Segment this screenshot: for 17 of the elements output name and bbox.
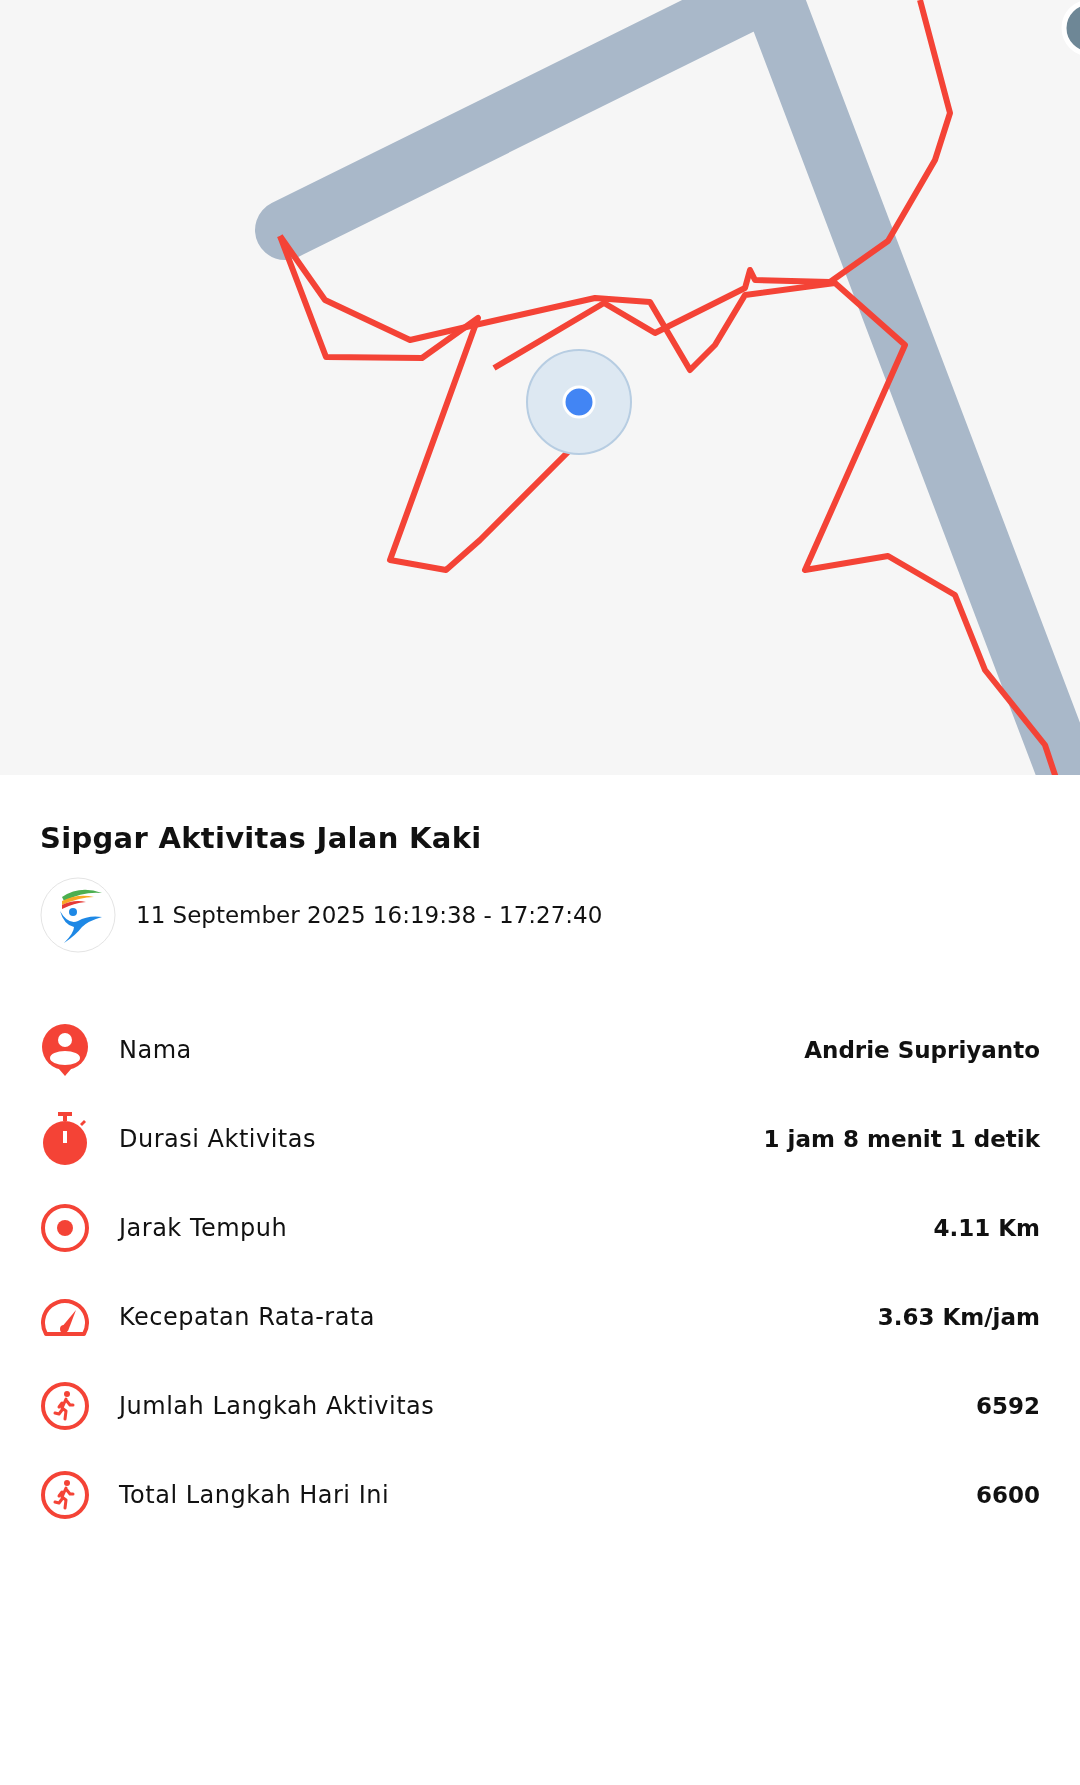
stat-value: Andrie Supriyanto — [804, 1036, 1040, 1063]
stopwatch-icon — [40, 1111, 90, 1166]
stat-label: Nama — [119, 1035, 193, 1064]
stat-label: Jumlah Langkah Aktivitas — [119, 1391, 436, 1420]
activity-title: Sipgar Aktivitas Jalan Kaki — [40, 821, 483, 855]
stat-label: Jarak Tempuh — [119, 1213, 289, 1242]
stat-value: 1 jam 8 menit 1 detik — [763, 1125, 1040, 1152]
runner-logo-icon — [40, 877, 116, 953]
stat-value: 4.11 Km — [933, 1214, 1040, 1241]
stat-label: Durasi Aktivitas — [119, 1124, 317, 1153]
stat-value: 3.63 Km/jam — [877, 1303, 1040, 1330]
stat-label: Total Langkah Hari Ini — [119, 1480, 391, 1509]
stat-label: Kecepatan Rata-rata — [119, 1302, 376, 1331]
stat-value: 6600 — [976, 1481, 1040, 1508]
person-icon — [40, 1022, 90, 1077]
stat-value: 6592 — [976, 1392, 1040, 1419]
date-range: 11 September 2025 16:19:38 - 17:27:40 — [136, 902, 603, 928]
